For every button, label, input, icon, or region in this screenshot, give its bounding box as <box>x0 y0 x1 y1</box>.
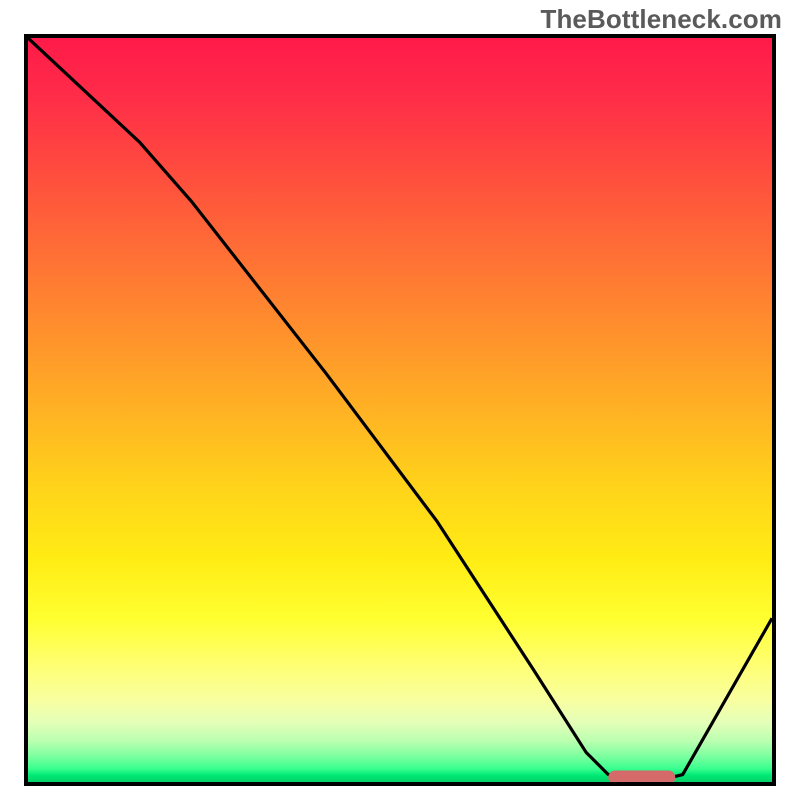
bottleneck-curve <box>28 38 772 782</box>
optimal-marker <box>608 771 675 783</box>
chart-stage: TheBottleneck.com <box>0 0 800 800</box>
curve-layer <box>28 38 772 782</box>
plot-area <box>24 34 776 786</box>
watermark-text: TheBottleneck.com <box>540 4 782 35</box>
